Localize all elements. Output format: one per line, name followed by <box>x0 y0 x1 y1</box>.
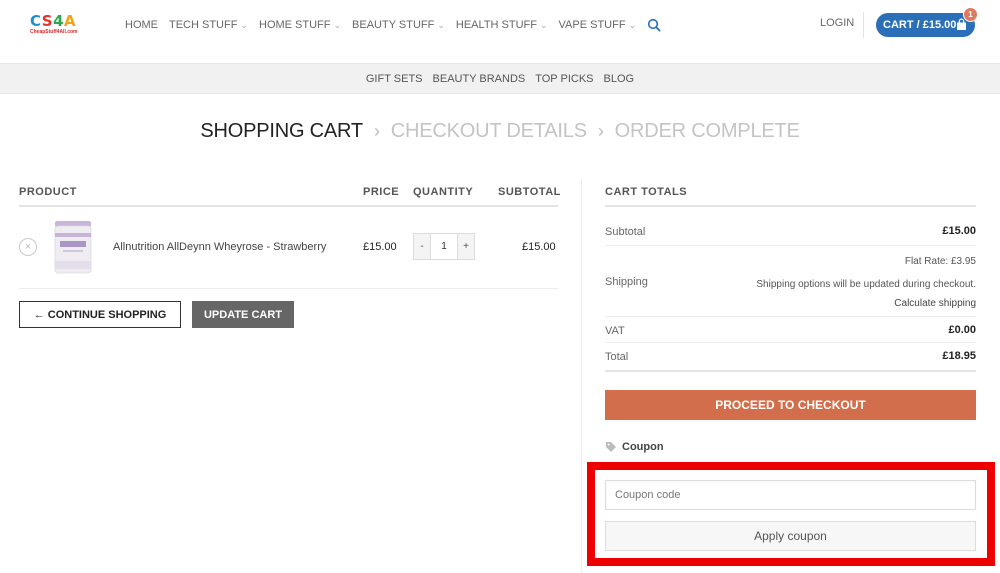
vat-value: £0.00 <box>948 324 976 336</box>
coupon-code-input[interactable] <box>605 480 976 510</box>
subnav-item-beauty-brands[interactable]: BEAUTY BRANDS <box>433 73 526 85</box>
update-cart-button[interactable]: UPDATE CART <box>192 301 294 328</box>
subnav-item-gift-sets[interactable]: GIFT SETS <box>366 73 423 85</box>
step-checkout-details[interactable]: CHECKOUT DETAILS <box>391 120 587 143</box>
total-label: Total <box>605 351 629 363</box>
chevron-down-icon: ⌄ <box>240 19 248 30</box>
nav-label: HOME <box>125 19 158 31</box>
totals-row-divider <box>605 245 976 246</box>
subtotal-label: Subtotal <box>605 226 646 238</box>
chevron-down-icon: ⌄ <box>437 19 445 30</box>
nav-item-home-stuff[interactable]: HOME STUFF ⌄ <box>259 19 341 31</box>
proceed-to-checkout-button[interactable]: PROCEED TO CHECKOUT <box>605 390 976 420</box>
table-header-divider <box>19 205 558 207</box>
login-link[interactable]: LOGIN <box>820 17 854 29</box>
column-header-quantity: QUANTITY <box>413 186 474 198</box>
totals-row-divider <box>605 316 976 317</box>
column-header-price: PRICE <box>363 186 400 198</box>
nav-label: VAPE STUFF <box>558 19 626 31</box>
quantity-stepper: - 1 + <box>413 233 475 260</box>
main-nav: HOME TECH STUFF ⌄ HOME STUFF ⌄ BEAUTY STUF… <box>125 17 661 33</box>
logo-text: CS4A <box>30 12 77 30</box>
totals-row-divider <box>605 342 976 343</box>
logo-subtext: CheapStuff4All.com <box>30 29 78 35</box>
cart-button[interactable]: CART / £15.00 <box>876 13 975 37</box>
step-shopping-cart[interactable]: SHOPPING CART <box>200 120 363 143</box>
chevron-down-icon: ⌄ <box>539 19 548 30</box>
nav-item-tech-stuff[interactable]: TECH STUFF ⌄ <box>169 19 248 31</box>
chevron-down-icon: ⌄ <box>333 19 342 30</box>
quantity-increase-button[interactable]: + <box>458 234 474 259</box>
nav-item-home[interactable]: HOME <box>125 19 158 31</box>
step-order-complete: ORDER COMPLETE <box>614 120 800 142</box>
apply-coupon-button[interactable]: Apply coupon <box>605 521 976 551</box>
total-value: £18.95 <box>942 350 976 362</box>
shipping-note: Shipping options will be updated during … <box>756 279 976 290</box>
search-icon[interactable] <box>647 18 661 32</box>
subtotal-value: £15.00 <box>942 225 976 237</box>
column-header-subtotal: SUBTOTAL <box>498 186 561 198</box>
site-logo[interactable]: CS4A CheapStuff4All.com <box>30 13 88 37</box>
vat-label: VAT <box>605 325 625 337</box>
table-row-divider <box>19 288 558 289</box>
cart-button-label: CART / £15.00 <box>883 19 957 31</box>
chevron-right-icon: › <box>597 121 604 141</box>
tag-icon <box>605 441 617 453</box>
nav-item-vape-stuff[interactable]: VAPE STUFF ⌄ <box>559 19 637 31</box>
cart-totals-title: CART TOTALS <box>605 186 688 198</box>
nav-label: BEAUTY STUFF <box>352 19 435 31</box>
nav-label: TECH STUFF <box>169 19 238 31</box>
product-thumbnail[interactable] <box>52 217 94 277</box>
site-header: CS4A CheapStuff4All.com HOME TECH STUFF ⌄… <box>0 0 1000 63</box>
shipping-rate: Flat Rate: £3.95 <box>904 256 976 267</box>
calculate-shipping-link[interactable]: Calculate shipping <box>894 298 976 309</box>
checkout-steps: SHOPPING CART › CHECKOUT DETAILS › ORDER… <box>0 120 1000 143</box>
column-divider <box>581 180 582 573</box>
close-icon: × <box>24 241 32 253</box>
cart-totals-divider <box>605 205 976 207</box>
coupon-heading: Coupon <box>605 441 664 453</box>
item-subtotal: £15.00 <box>522 241 556 253</box>
nav-item-beauty-stuff[interactable]: BEAUTY STUFF ⌄ <box>352 19 445 31</box>
shipping-label: Shipping <box>605 276 648 288</box>
secondary-nav: GIFT SETS BEAUTY BRANDS TOP PICKS BLOG <box>0 63 1000 94</box>
header-divider <box>863 12 864 38</box>
chevron-right-icon: › <box>373 121 380 141</box>
item-price: £15.00 <box>363 241 397 253</box>
totals-bottom-divider <box>605 370 976 372</box>
coupon-heading-text: Coupon <box>622 441 664 453</box>
product-name-link[interactable]: Allnutrition AllDeynn Wheyrose - Strawbe… <box>113 241 326 253</box>
chevron-down-icon: ⌄ <box>628 19 637 30</box>
column-header-product: PRODUCT <box>19 186 77 198</box>
continue-shopping-button[interactable]: ← CONTINUE SHOPPING <box>19 301 181 328</box>
remove-item-button[interactable]: × <box>19 238 37 256</box>
quantity-decrease-button[interactable]: - <box>414 234 430 259</box>
subnav-item-top-picks[interactable]: TOP PICKS <box>535 73 593 85</box>
nav-label: HOME STUFF <box>259 19 331 31</box>
nav-item-health-stuff[interactable]: HEALTH STUFF ⌄ <box>456 19 548 31</box>
quantity-input[interactable]: 1 <box>430 234 458 259</box>
subnav-item-blog[interactable]: BLOG <box>604 73 635 85</box>
cart-count-badge: 1 <box>964 8 977 21</box>
nav-label: HEALTH STUFF <box>455 19 537 31</box>
